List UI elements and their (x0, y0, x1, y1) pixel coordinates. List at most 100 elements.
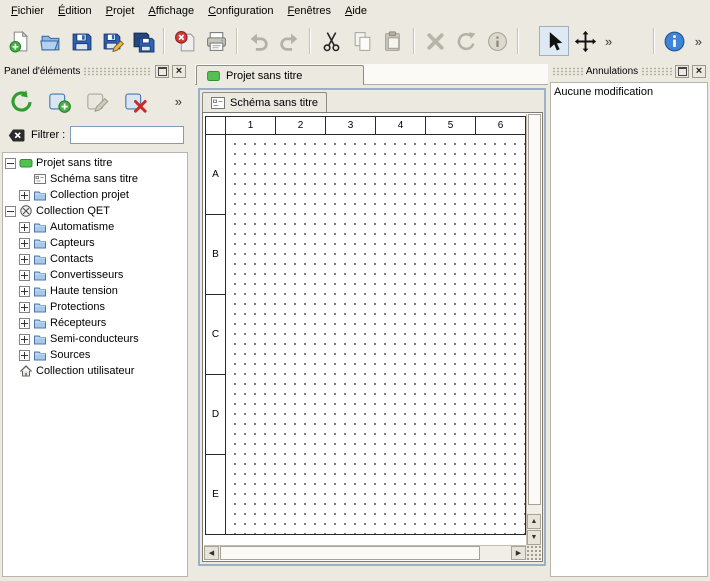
float-panel-button[interactable] (675, 65, 689, 78)
close-panel-button[interactable]: × (692, 65, 706, 78)
info-gray-icon (486, 30, 509, 53)
undo-list-item[interactable]: Aucune modification (554, 85, 704, 100)
expand-expander-icon[interactable] (19, 334, 30, 345)
delete-element-icon (123, 89, 148, 114)
expand-expander-icon[interactable] (19, 254, 30, 265)
hscroll-thumb[interactable] (220, 546, 480, 560)
tree-item-recepteurs[interactable]: Récepteurs (3, 315, 187, 331)
undo-panel-titlebar: Annulations × (550, 64, 708, 79)
scroll-down-button[interactable]: ▼ (527, 530, 541, 545)
toolbar-overflow-chevron[interactable]: » (601, 34, 616, 49)
delete-element-button[interactable] (120, 86, 150, 116)
tree-item-collection-qet[interactable]: Collection QET (3, 203, 187, 219)
rotate-selection-button (451, 26, 481, 56)
select-mode-button[interactable] (539, 26, 569, 56)
project-icon (207, 71, 220, 81)
expander-spacer (19, 174, 30, 185)
close-file-button[interactable] (170, 26, 200, 56)
undo-panel-title: Annulations (586, 66, 638, 77)
diagram-tabbar: Schéma sans titre (200, 90, 544, 112)
tree-item-automatisme[interactable]: Automatisme (3, 219, 187, 235)
folder-icon (33, 300, 47, 314)
tree-item-capteurs[interactable]: Capteurs (3, 235, 187, 251)
save-file-as-button[interactable] (97, 26, 127, 56)
float-panel-button[interactable] (155, 65, 169, 78)
menu-aide[interactable]: Aide (338, 2, 374, 20)
tab-diagram[interactable]: Schéma sans titre (202, 92, 327, 112)
scroll-left-button[interactable]: ◀ (204, 546, 219, 560)
diagram-view[interactable]: 123456ABCDE ▲ ▼ ◀ ▶ (202, 112, 543, 562)
tree-item-projet-sans-titre[interactable]: Projet sans titre (3, 155, 187, 171)
reload-icon (9, 89, 34, 114)
element-tree: Projet sans titreSchéma sans titreCollec… (2, 152, 188, 577)
folder-icon (33, 268, 47, 282)
project-icon (19, 156, 33, 170)
expand-expander-icon[interactable] (19, 270, 30, 281)
folder-icon (33, 316, 47, 330)
menu-affichage[interactable]: Affichage (141, 2, 201, 20)
redo-button (274, 26, 304, 56)
tree-item-label: Convertisseurs (50, 269, 123, 281)
vertical-scrollbar[interactable]: ▲ ▼ (526, 114, 541, 545)
menu-projet[interactable]: Projet (99, 2, 142, 20)
tree-item-schema-sans-titre[interactable]: Schéma sans titre (3, 171, 187, 187)
tree-item-contacts[interactable]: Contacts (3, 251, 187, 267)
elements-panel-title: Panel d'éléments (4, 66, 80, 77)
panel-overflow-chevron[interactable]: » (171, 94, 186, 109)
close-panel-button[interactable]: × (172, 65, 186, 78)
expand-expander-icon[interactable] (19, 286, 30, 297)
help-overflow-chevron[interactable]: » (691, 34, 706, 49)
edit-element-button (82, 86, 112, 116)
expand-expander-icon[interactable] (19, 222, 30, 233)
folder-icon (33, 284, 47, 298)
tab-project[interactable]: Projet sans titre (196, 65, 364, 85)
scroll-mode-button[interactable] (570, 26, 600, 56)
expand-expander-icon[interactable] (19, 350, 30, 361)
horizontal-scrollbar[interactable]: ◀ ▶ (204, 545, 526, 560)
menu-fenetres[interactable]: Fenêtres (281, 2, 338, 20)
expander-spacer (5, 366, 16, 377)
expand-expander-icon[interactable] (19, 190, 30, 201)
filter-input[interactable] (70, 126, 184, 144)
collapse-expander-icon[interactable] (5, 158, 16, 169)
help-toolbar: » (649, 26, 706, 56)
tree-item-label: Haute tension (50, 285, 118, 297)
about-button[interactable] (660, 26, 690, 56)
menu-configuration[interactable]: Configuration (201, 2, 280, 20)
filter-row: Filtrer : (6, 124, 184, 146)
selection-properties-button (482, 26, 512, 56)
tree-item-collection-projet[interactable]: Collection projet (3, 187, 187, 203)
new-file-button[interactable] (4, 26, 34, 56)
cut-button[interactable] (316, 26, 346, 56)
menu-bar: FichierÉditionProjetAffichageConfigurati… (0, 0, 710, 21)
row-header: E (206, 455, 226, 535)
menu-edition[interactable]: Édition (51, 2, 99, 20)
open-file-button[interactable] (35, 26, 65, 56)
scroll-right-button[interactable]: ▶ (511, 546, 526, 560)
paste-icon (382, 30, 405, 53)
clear-filter-button[interactable] (6, 126, 26, 144)
printer-icon (205, 30, 228, 53)
save-all-icon (132, 30, 155, 53)
dock-title-texture (641, 67, 672, 76)
tree-item-label: Récepteurs (50, 317, 106, 329)
new-element-button[interactable] (44, 86, 74, 116)
save-all-files-button[interactable] (128, 26, 158, 56)
tree-item-sources[interactable]: Sources (3, 347, 187, 363)
tree-item-semi-conducteurs[interactable]: Semi-conducteurs (3, 331, 187, 347)
vscroll-thumb[interactable] (528, 114, 541, 505)
menu-fichier[interactable]: Fichier (4, 2, 51, 20)
tree-item-protections[interactable]: Protections (3, 299, 187, 315)
tree-item-collection-utilisateur[interactable]: Collection utilisateur (3, 363, 187, 379)
print-button[interactable] (201, 26, 231, 56)
scroll-up-button[interactable]: ▲ (527, 514, 541, 529)
reload-collections-button[interactable] (6, 86, 36, 116)
collapse-expander-icon[interactable] (5, 206, 16, 217)
tree-item-haute-tension[interactable]: Haute tension (3, 283, 187, 299)
expand-expander-icon[interactable] (19, 302, 30, 313)
expand-expander-icon[interactable] (19, 318, 30, 329)
diagram-canvas[interactable] (226, 135, 526, 535)
expand-expander-icon[interactable] (19, 238, 30, 249)
tree-item-convertisseurs[interactable]: Convertisseurs (3, 267, 187, 283)
save-file-button[interactable] (66, 26, 96, 56)
